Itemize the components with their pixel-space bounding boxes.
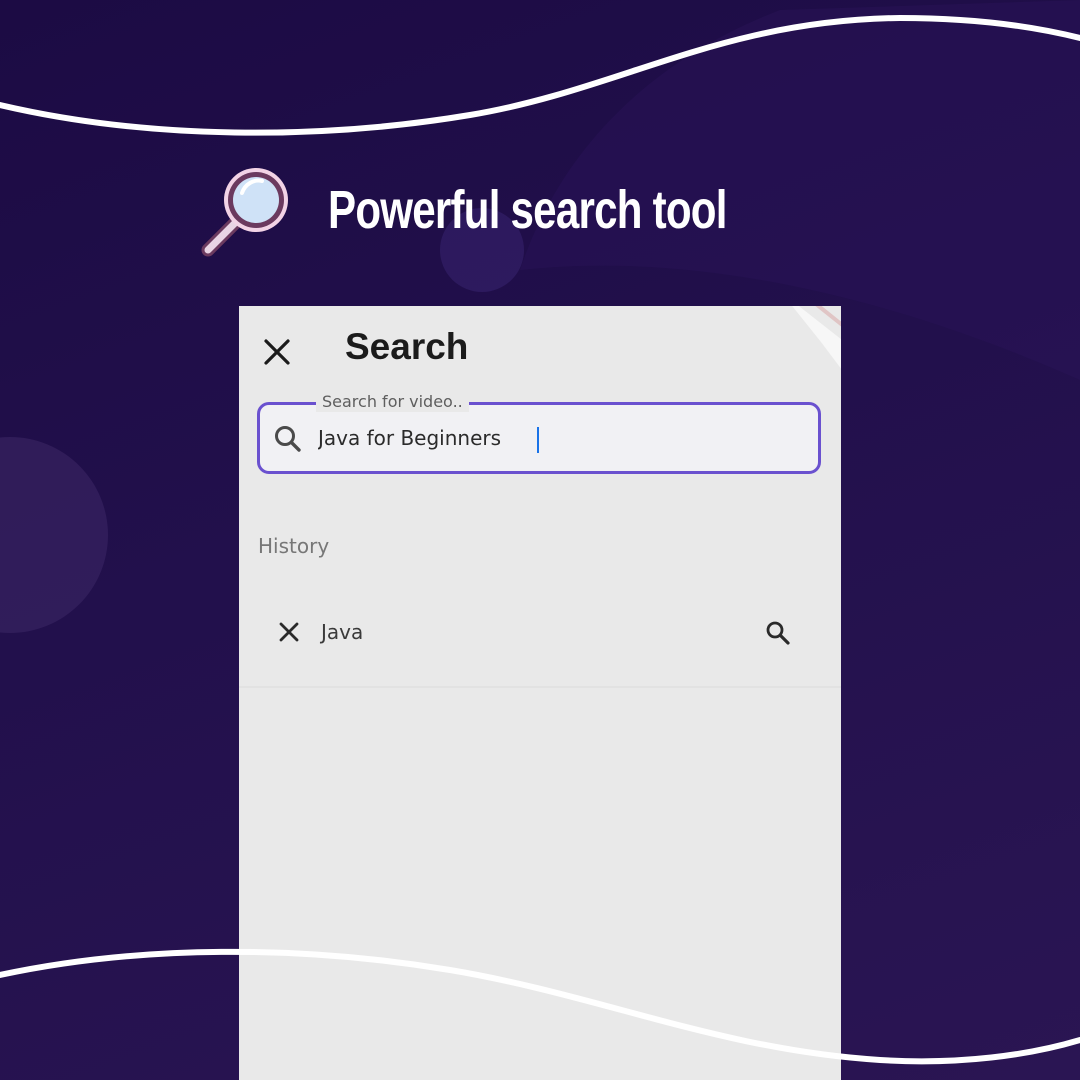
close-icon [264, 339, 290, 365]
history-search-button[interactable] [761, 616, 795, 650]
app-header: Search [239, 306, 841, 394]
close-icon [279, 622, 299, 642]
page-title: Search [345, 326, 469, 367]
search-icon [766, 621, 790, 645]
search-icon [275, 426, 301, 452]
close-button[interactable] [257, 332, 297, 372]
search-screen: Search Search for video.. History Java [239, 306, 841, 1080]
magnifying-glass-icon [201, 168, 288, 257]
text-cursor [537, 427, 539, 453]
search-field-label: Search for video.. [316, 392, 469, 412]
history-item-text: Java [321, 620, 364, 644]
history-item[interactable]: Java [239, 596, 841, 688]
remove-history-button[interactable] [273, 616, 305, 648]
headline: Powerful search tool [198, 160, 839, 260]
history-heading: History [258, 534, 330, 558]
search-input[interactable] [318, 419, 798, 457]
headline-text: Powerful search tool [328, 180, 727, 240]
search-field[interactable]: Search for video.. [257, 392, 821, 474]
